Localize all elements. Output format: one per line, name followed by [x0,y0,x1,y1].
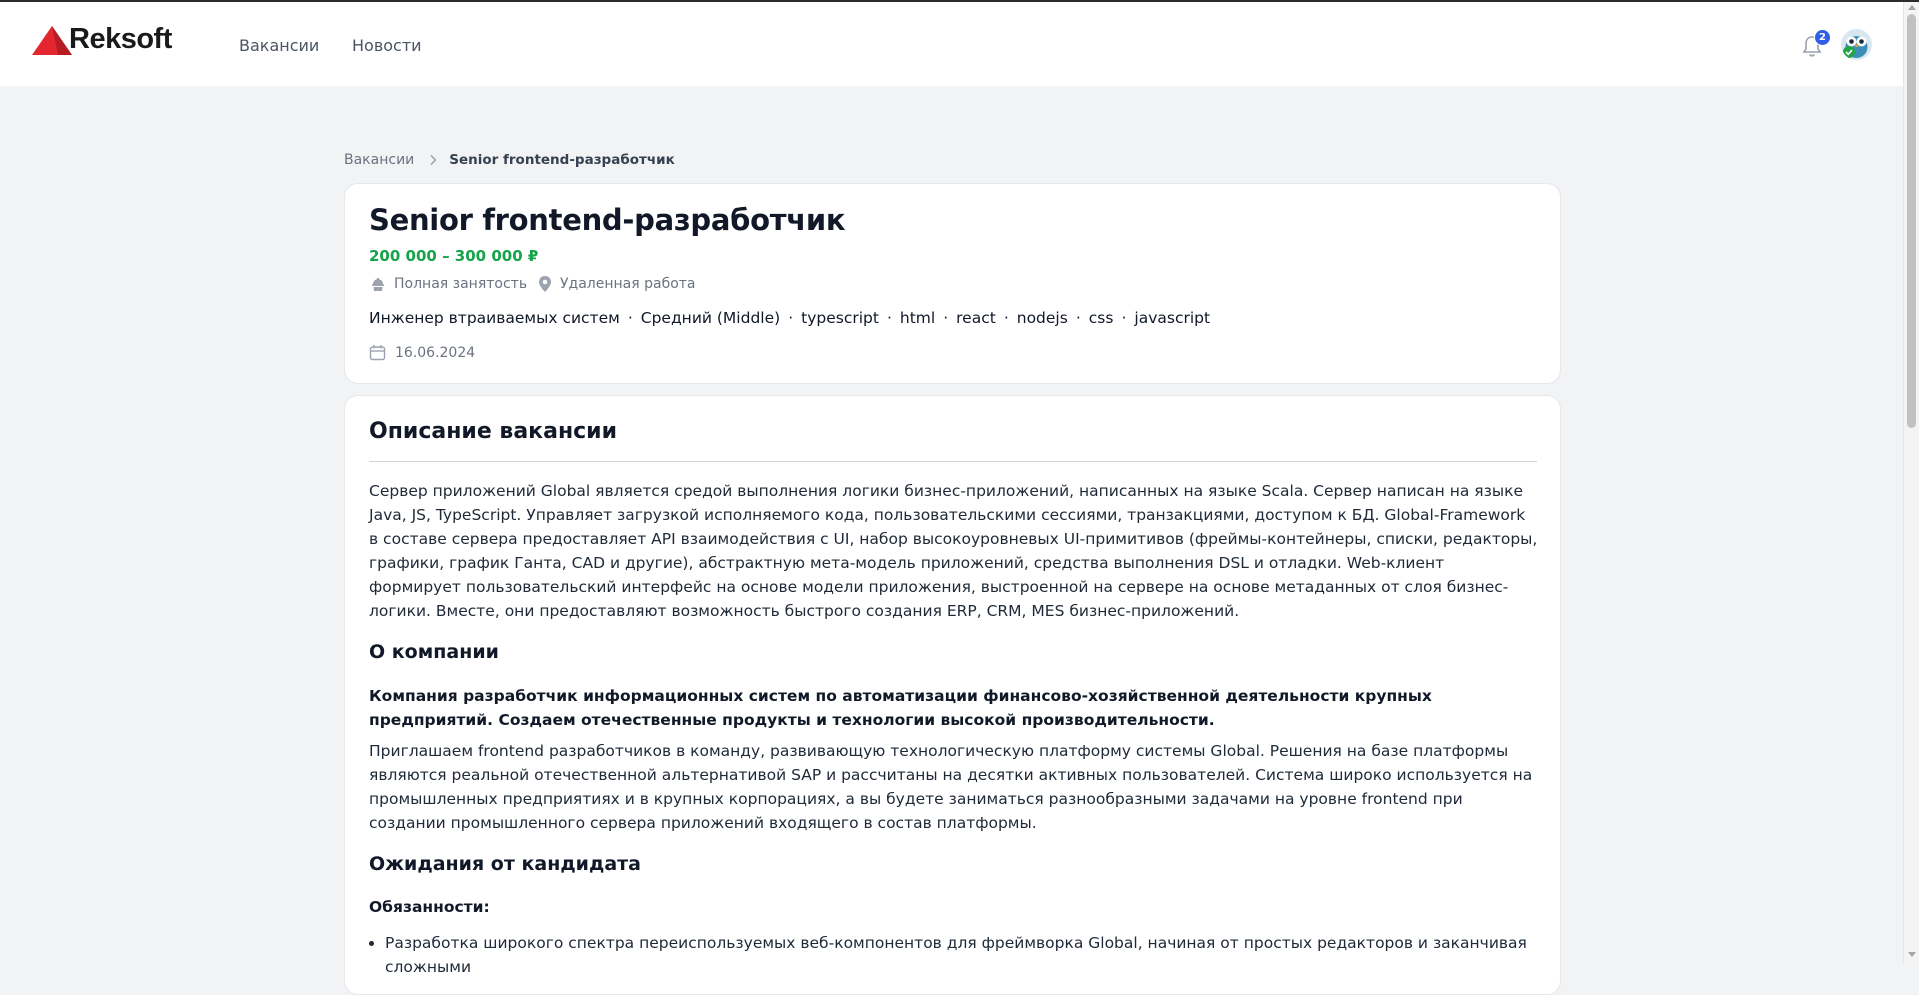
publish-date: 16.06.2024 [369,344,475,361]
job-salary: 200 000 – 300 000 ₽ [369,247,539,265]
job-title: Senior frontend-разработчик [369,203,846,237]
nav-news-link[interactable]: Новости [352,36,422,55]
top-header: Reksoft Вакансии Новости 2 [0,2,1903,86]
duties-list: Разработка широкого спектра переиспользу… [369,931,1555,979]
scrollbar-thumb[interactable] [1907,14,1916,428]
duties-title: Обязанности: [369,898,490,916]
tag-item: react [956,309,996,327]
employment-icon [372,278,384,291]
tag-item: typescript [801,309,879,327]
job-tags: Инженер втраиваемых систем · Средний (Mid… [369,309,1211,327]
location-meta: Удаленная работа [537,275,696,293]
reksoft-logo[interactable]: Reksoft [31,23,172,56]
scroll-up-arrow-icon[interactable] [1908,5,1916,10]
avatar[interactable] [1841,29,1872,60]
company-title: О компании [369,641,499,663]
tag-item: css [1088,309,1114,327]
tag-item: javascript [1134,309,1211,327]
notification-badge: 2 [1814,29,1831,46]
company-summary: Компания разработчик информационных сист… [369,687,1432,729]
tag-item: nodejs [1016,309,1068,327]
logo-text: Reksoft [69,23,172,55]
job-summary-card: Senior frontend-разработчик 200 000 – 30… [344,183,1561,384]
employment-meta: Полная занятость [369,275,527,293]
company-text: Приглашаем frontend разработчиков в кома… [369,742,1533,832]
scroll-down-arrow-icon[interactable] [1908,952,1916,957]
chevron-right-icon [429,154,437,166]
description-text: Сервер приложений Global является средой… [369,482,1538,620]
logo-triangle-icon [32,25,72,55]
page-scrollbar[interactable] [1903,2,1919,963]
description-title: Описание вакансии [369,419,618,444]
nav-vacancies-link[interactable]: Вакансии [239,36,319,55]
tag-item: Инженер втраиваемых систем [369,309,620,327]
employment-type: Полная занятость [394,276,528,292]
job-description-card: Описание вакансии Сервер приложений Glob… [344,395,1561,995]
tag-item: Средний (Middle) [640,309,781,327]
tag-item: html [899,309,936,327]
calendar-icon [369,345,386,361]
breadcrumb-current: Senior frontend-разработчик [449,152,675,168]
publish-date-text: 16.06.2024 [395,344,476,361]
location-pin-icon [539,276,551,292]
location-text: Удаленная работа [560,276,696,292]
section-divider [369,461,1537,462]
breadcrumb: Вакансии Senior frontend-разработчик [344,152,675,168]
breadcrumb-vacancies-link[interactable]: Вакансии [344,152,414,168]
expectations-title: Ожидания от кандидата [369,853,641,875]
list-item: Разработка широкого спектра переиспользу… [385,931,1555,979]
